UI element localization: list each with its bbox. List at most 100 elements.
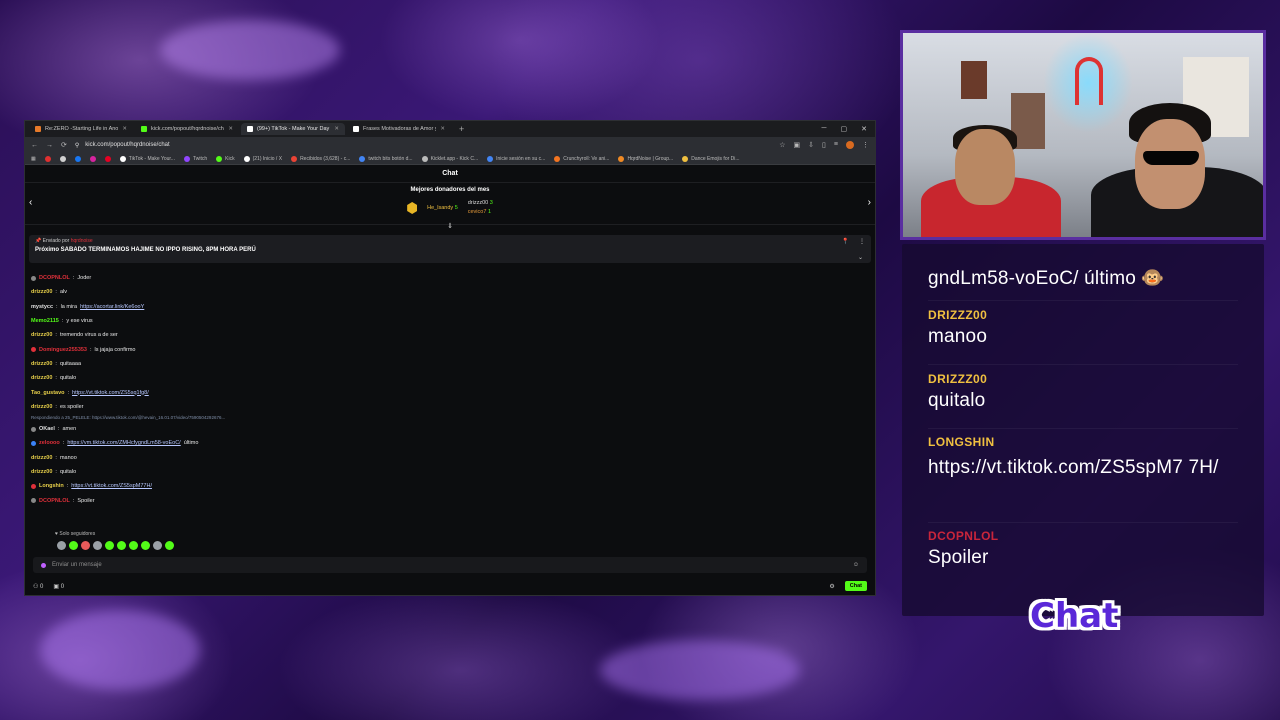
reply-hint[interactable]: Respondiendo a 25_PELELE: https://www.ti…: [31, 414, 869, 422]
chat-message[interactable]: Longshin: https://vt.tiktok.com/ZS5spM77H…: [31, 479, 869, 493]
tab-frases[interactable]: Frases Motivadoras de Amor y ✕: [347, 123, 451, 135]
send-chat-button[interactable]: Chat: [844, 581, 867, 591]
chat-message[interactable]: drizzz00: es spoiler: [31, 400, 869, 414]
chat-message[interactable]: drizzz00: manoo: [31, 451, 869, 465]
chat-username[interactable]: Longshin: [39, 483, 64, 489]
bookmark-item[interactable]: Kicklet.app - Kick C...: [421, 155, 478, 162]
close-icon[interactable]: ✕: [228, 126, 233, 132]
bookmark-item[interactable]: Dance Emojis for Di...: [682, 155, 740, 162]
chat-message[interactable]: drizzz00: quitalo: [31, 465, 869, 479]
youtube-icon[interactable]: [44, 155, 51, 162]
tab-kick[interactable]: kick.com/popout/hqrdnoise/ch ✕: [135, 123, 239, 135]
bookmark-star-icon[interactable]: ☆: [779, 141, 785, 149]
bookmark-item[interactable]: Crunchyroll: Ve ani...: [554, 155, 609, 162]
chat-message[interactable]: Memo2115: y ese virus: [31, 314, 869, 328]
bookmark-item[interactable]: Kick: [216, 155, 235, 162]
chat-message[interactable]: mystycc: la mira https://acortar.link/Ke6o…: [31, 300, 869, 314]
close-icon[interactable]: ✕: [122, 126, 127, 132]
chat-message[interactable]: OKael: amen: [31, 422, 869, 436]
unpin-icon[interactable]: 📍: [842, 238, 849, 245]
reload-icon[interactable]: ⟳: [61, 141, 67, 149]
apps-icon[interactable]: ▦: [31, 156, 36, 162]
close-icon[interactable]: ✕: [440, 126, 445, 132]
maximize-icon[interactable]: ▢: [841, 125, 848, 133]
chat-username[interactable]: zeloooo: [39, 440, 60, 446]
chat-username[interactable]: drizzz00: [31, 404, 52, 410]
more-icon[interactable]: ⋮: [859, 238, 865, 245]
chevron-right-icon[interactable]: ›: [868, 197, 871, 208]
tab-rezero[interactable]: Re:ZERO -Starting Life in Anoth ✕: [29, 123, 133, 135]
chat-message[interactable]: DCOPNLOL: Joder: [31, 271, 869, 285]
emote-icon[interactable]: [105, 541, 114, 550]
emoji-picker-icon[interactable]: ☺: [853, 562, 859, 568]
chat-message[interactable]: DCOPNLOL: Spoiler: [31, 493, 869, 507]
chat-username[interactable]: OKael: [39, 426, 55, 432]
chat-message[interactable]: Dominguez255353: ls jajaja confirmo: [31, 342, 869, 356]
chat-link[interactable]: https://vt.tiktok.com/ZS5spM77H/: [71, 483, 152, 489]
donor-entry[interactable]: He_lsandy 5: [427, 205, 458, 211]
chat-username[interactable]: DCOPNLOL: [39, 275, 70, 281]
chat-username[interactable]: Tao_gustavo: [31, 390, 65, 396]
chat-message[interactable]: drizzz00: quitaaaa: [31, 357, 869, 371]
bookmark-item[interactable]: Recibidos (3,628) - c...: [291, 155, 350, 162]
gift-icon[interactable]: ▣ 0: [53, 583, 64, 590]
chevron-down-icon[interactable]: ⇓: [447, 222, 453, 230]
tab-tiktok[interactable]: (99+) TikTok - Make Your Day ✕: [241, 123, 345, 135]
chat-username[interactable]: drizzz00: [31, 332, 52, 338]
bookmark-item[interactable]: Inicie sesión en su c...: [487, 155, 545, 162]
chat-username[interactable]: drizzz00: [31, 361, 52, 367]
download-icon[interactable]: ⇩: [808, 141, 814, 149]
chat-username[interactable]: drizzz00: [31, 375, 52, 381]
emote-icon[interactable]: [141, 541, 150, 550]
new-tab-button[interactable]: +: [453, 124, 470, 134]
chevron-left-icon[interactable]: ‹: [29, 197, 32, 208]
chat-username[interactable]: drizzz00: [31, 469, 52, 475]
close-icon[interactable]: ✕: [334, 126, 339, 132]
site-info-icon[interactable]: ⚲: [75, 142, 79, 149]
extension-icon[interactable]: ▣: [794, 141, 801, 149]
emote-icon[interactable]: [93, 541, 102, 550]
media-icon[interactable]: ≡: [834, 141, 838, 149]
chat-message[interactable]: Tao_gustavo: https://vt.tiktok.com/ZS5sq1…: [31, 385, 869, 399]
bookmark-item[interactable]: twitch bits botón d...: [359, 155, 413, 162]
bookmark-item[interactable]: TikTok - Make Your...: [119, 155, 175, 162]
emote-icon[interactable]: [153, 541, 162, 550]
chat-message[interactable]: drizzz00: quitalo: [31, 371, 869, 385]
chat-username[interactable]: drizzz00: [31, 455, 52, 461]
chat-link[interactable]: https://acortar.link/Ke6ooY: [80, 304, 144, 310]
chat-username[interactable]: mystycc: [31, 304, 53, 310]
back-icon[interactable]: ←: [31, 142, 38, 149]
emote-icon[interactable]: [69, 541, 78, 550]
chat-username[interactable]: Dominguez255353: [39, 347, 87, 353]
chat-message[interactable]: zeloooo: https://vm.tiktok.com/ZMHcfygndL…: [31, 436, 869, 450]
forward-icon[interactable]: →: [46, 142, 53, 149]
profile-avatar-icon[interactable]: [846, 141, 854, 149]
url-field[interactable]: ⚲ kick.com/popout/hqrdnoise/chat: [75, 142, 771, 149]
chat-message[interactable]: drizzz00: tremendo virus a de ser: [31, 328, 869, 342]
sidepanel-icon[interactable]: ▯: [822, 141, 826, 149]
chevron-down-icon[interactable]: ⌄: [858, 254, 863, 261]
chat-username[interactable]: drizzz00: [31, 289, 52, 295]
viewer-icon[interactable]: ⚇ 0: [33, 583, 43, 590]
instagram-icon[interactable]: [89, 155, 96, 162]
settings-icon[interactable]: ⚙: [829, 583, 834, 590]
emote-icon[interactable]: [117, 541, 126, 550]
emote-icon[interactable]: [57, 541, 66, 550]
gmail-icon[interactable]: [59, 155, 66, 162]
close-window-icon[interactable]: ✕: [861, 125, 867, 133]
chat-username[interactable]: DCOPNLOL: [39, 498, 70, 504]
bookmark-item[interactable]: (21) Inicio / X: [243, 155, 282, 162]
pinned-by-user[interactable]: hqrdnoise: [71, 238, 93, 244]
chat-link[interactable]: https://vm.tiktok.com/ZMHcfygndLm58-voEo…: [67, 440, 180, 446]
emote-icon[interactable]: [129, 541, 138, 550]
chat-link[interactable]: https://vt.tiktok.com/ZS5sq1fg8/: [72, 390, 149, 396]
chat-message[interactable]: drizzz00: alv: [31, 285, 869, 299]
minimize-icon[interactable]: ─: [822, 125, 827, 133]
facebook-icon[interactable]: [74, 155, 81, 162]
chat-username[interactable]: Memo2115: [31, 318, 59, 324]
donor-entry[interactable]: drizzz00 3 cevico7 1: [468, 199, 493, 217]
emote-icon[interactable]: [81, 541, 90, 550]
menu-icon[interactable]: ⋮: [862, 141, 869, 149]
pinterest-icon[interactable]: [104, 155, 111, 162]
message-input[interactable]: Enviar un mensaje ☺: [33, 557, 867, 573]
